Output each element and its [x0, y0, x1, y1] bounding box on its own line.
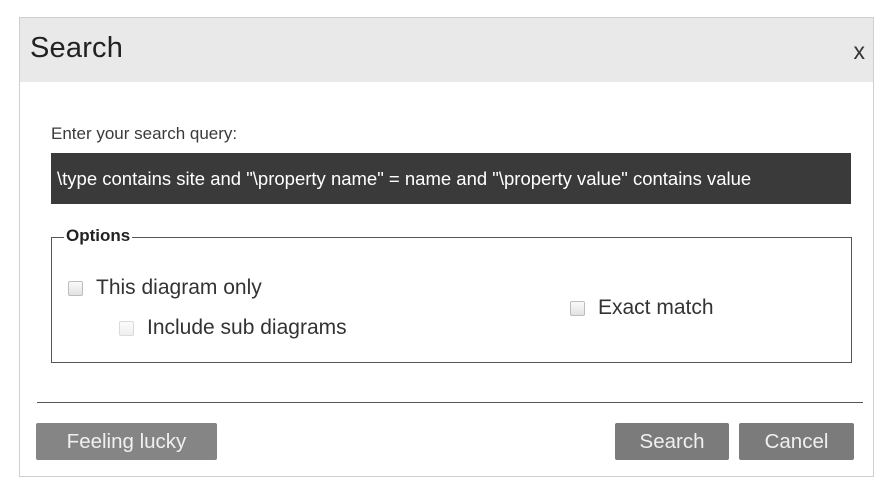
- search-prompt-label: Enter your search query:: [51, 124, 238, 143]
- this-diagram-only-checkbox[interactable]: [68, 280, 83, 296]
- cancel-button[interactable]: Cancel: [739, 423, 854, 460]
- close-icon[interactable]: x: [854, 40, 866, 63]
- dialog-title: Search: [30, 32, 124, 64]
- footer-divider: [37, 402, 863, 403]
- options-legend: Options: [64, 226, 133, 246]
- include-sub-diagrams-checkbox[interactable]: [119, 320, 134, 336]
- search-button[interactable]: Search: [615, 423, 729, 460]
- dialog-titlebar[interactable]: Search x: [20, 18, 873, 82]
- this-diagram-only-option[interactable]: This diagram only: [68, 276, 262, 300]
- feeling-lucky-button[interactable]: Feeling lucky: [36, 423, 217, 460]
- search-query-input[interactable]: [51, 153, 851, 204]
- this-diagram-only-label: This diagram only: [96, 276, 262, 299]
- exact-match-option[interactable]: Exact match: [570, 296, 714, 320]
- exact-match-checkbox[interactable]: [570, 300, 585, 316]
- options-group: Options This diagram only Include sub di…: [51, 226, 852, 363]
- include-sub-diagrams-option[interactable]: Include sub diagrams: [119, 316, 347, 340]
- include-sub-diagrams-label: Include sub diagrams: [147, 316, 347, 339]
- exact-match-label: Exact match: [598, 296, 714, 319]
- search-dialog: Search x Enter your search query: Option…: [19, 17, 874, 477]
